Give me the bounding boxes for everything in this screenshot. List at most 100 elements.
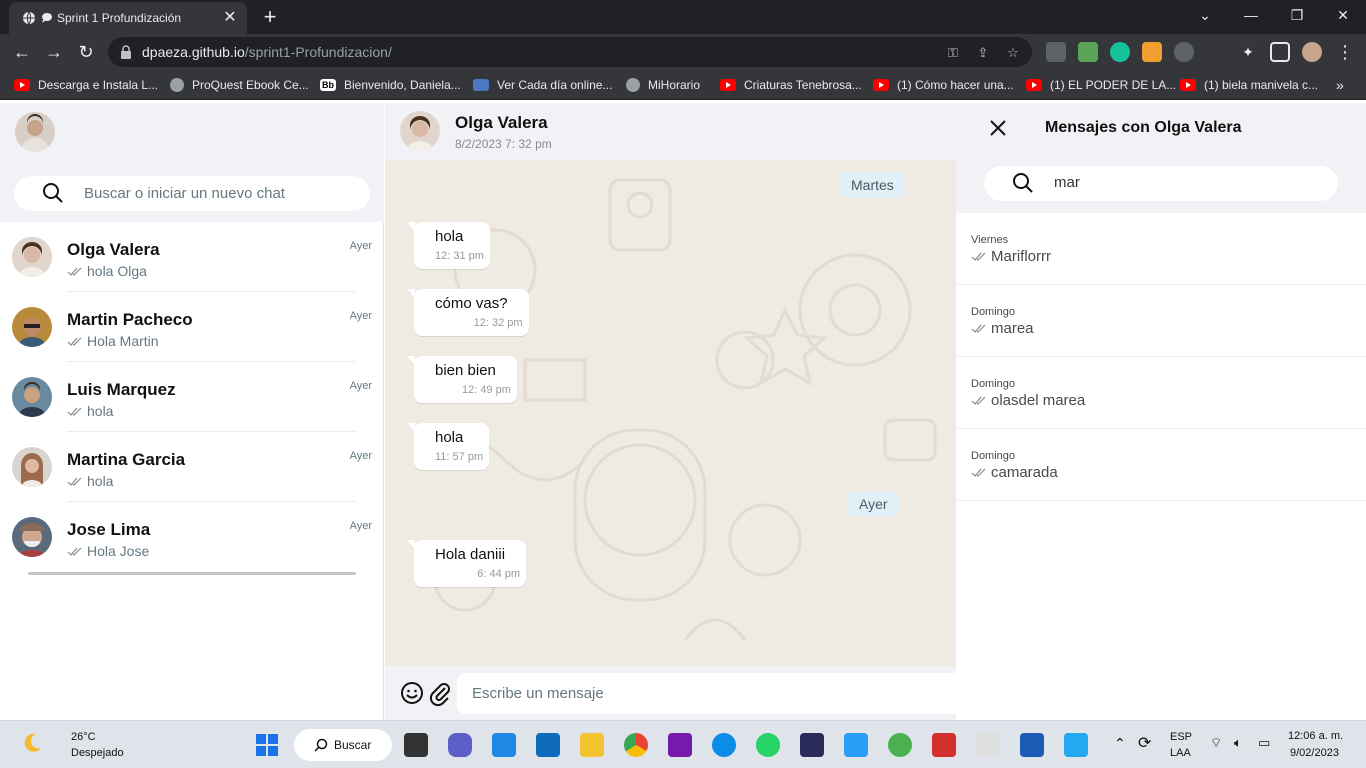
message-bubble[interactable]: hola 11: 57 pm (406, 423, 490, 470)
whatsapp-icon[interactable] (756, 733, 780, 757)
maps-icon[interactable] (888, 733, 912, 757)
clock-time[interactable]: 12:06 a. m. (1288, 730, 1343, 742)
sync-icon[interactable]: ⟳ (1138, 733, 1151, 753)
result-day: Domingo (971, 378, 1016, 390)
teams-chat-icon[interactable] (448, 733, 472, 757)
chat-item-olga[interactable]: Olga Valera hola Olga Ayer (0, 222, 384, 292)
bookmark-4[interactable]: Ver Cada día online... (473, 76, 612, 94)
search-result[interactable]: Domingo marea (956, 285, 1366, 357)
message-search-input[interactable] (1054, 174, 1314, 191)
compass-extension-icon[interactable] (1174, 42, 1194, 62)
bookmark-8[interactable]: (1) EL PODER DE LA... (1026, 76, 1176, 94)
message-bubble[interactable]: Hola daniii 6: 44 pm (406, 540, 527, 587)
store-icon[interactable] (536, 733, 560, 757)
message-search[interactable] (984, 166, 1338, 201)
chat-item-martina[interactable]: Martina Garcia hola Ayer (0, 432, 384, 502)
message-bubble[interactable]: bien bien 12: 49 pm (407, 356, 517, 403)
paperclip-icon[interactable] (427, 680, 453, 707)
close-tab-icon[interactable]: ✕ (221, 9, 239, 27)
grammarly-icon[interactable] (1110, 42, 1130, 62)
sidebar-search-input[interactable] (84, 185, 344, 202)
tex-icon[interactable] (800, 733, 824, 757)
sidepanel-icon[interactable] (1270, 42, 1290, 62)
taskbar-search[interactable]: Buscar (294, 729, 392, 761)
profile-avatar[interactable] (1302, 42, 1322, 62)
bookmark-5[interactable]: MiHorario (626, 76, 700, 94)
bookmark-9[interactable]: (1) biela manivela c... (1180, 76, 1318, 94)
acrobat-icon[interactable] (932, 733, 956, 757)
mail-extension-icon[interactable] (1078, 42, 1098, 62)
search-icon (314, 738, 328, 752)
address-bar[interactable]: dpaeza.github.io/sprint1-Profundizacion/… (108, 37, 1032, 67)
onenote-icon[interactable] (668, 733, 692, 757)
forward-arrow-icon[interactable]: → (41, 39, 67, 65)
share-icon[interactable]: ⇪ (974, 44, 992, 62)
youtube-icon (1026, 79, 1042, 91)
bookmark-1[interactable]: Descarga e Instala L... (14, 76, 158, 94)
puzzle-icon[interactable]: ✦ (1238, 42, 1258, 62)
calendar-icon[interactable] (492, 733, 516, 757)
language-layout[interactable]: LAA (1170, 747, 1191, 759)
contact-avatar[interactable] (400, 111, 440, 151)
chat-list: Olga Valera hola Olga Ayer Martin Pachec… (0, 222, 384, 572)
browser-tab[interactable]: Sprint 1 Profundización ✕ (9, 2, 247, 34)
globe-icon (21, 10, 37, 26)
edge-icon[interactable] (712, 733, 736, 757)
message-time: 12: 32 pm (473, 317, 523, 329)
new-tab-button[interactable]: + (256, 4, 284, 32)
bookmark-7[interactable]: (1) Cómo hacer una... (873, 76, 1014, 94)
search-result[interactable]: Viernes Mariflorrr (956, 213, 1366, 285)
word-icon[interactable] (1020, 733, 1044, 757)
close-window-button[interactable]: ✕ (1320, 0, 1366, 30)
language-code[interactable]: ESP (1170, 731, 1192, 743)
battery-icon[interactable]: ▭ (1258, 735, 1270, 751)
photos-icon[interactable] (844, 733, 868, 757)
close-icon[interactable] (986, 116, 1010, 140)
message-text: cómo vas? (435, 295, 508, 312)
vscode-icon[interactable] (1064, 733, 1088, 757)
more-bookmarks-icon[interactable]: » (1336, 76, 1344, 94)
result-text: marea (971, 320, 1034, 337)
bookmark-2[interactable]: ProQuest Ebook Ce... (170, 76, 309, 94)
chrome-icon[interactable] (624, 733, 648, 757)
wifi-icon[interactable]: ⌔ (1210, 735, 1222, 751)
chat-item-jose[interactable]: Jose Lima Hola Jose Ayer (0, 502, 384, 572)
tab-search-chevron-icon[interactable]: ⌄ (1182, 0, 1228, 30)
key-icon[interactable]: ⚿ (944, 44, 962, 62)
reload-icon[interactable]: ↻ (73, 39, 99, 65)
chat-list-scrollbar[interactable] (28, 572, 356, 575)
conversation-header[interactable]: Olga Valera 8/2/2023 7: 32 pm (385, 103, 956, 160)
star-icon[interactable]: ☆ (1004, 44, 1022, 62)
restore-button[interactable]: ❐ (1274, 0, 1320, 30)
clock-date[interactable]: 9/02/2023 (1290, 747, 1339, 759)
message-time: 6: 44 pm (477, 568, 521, 580)
double-check-icon (67, 547, 82, 556)
volume-icon[interactable]: 🔈︎ (1234, 735, 1242, 751)
weather-widget[interactable]: 26°C Despejado (20, 731, 124, 759)
task-view-icon[interactable] (404, 733, 428, 757)
bookmark-3[interactable]: Bb Bienvenido, Daniela... (320, 76, 461, 94)
file-explorer-icon[interactable] (580, 733, 604, 757)
chat-item-luis[interactable]: Luis Marquez hola Ayer (0, 362, 384, 432)
minimize-button[interactable]: — (1228, 0, 1274, 30)
emoji-icon[interactable] (399, 680, 425, 706)
search-result[interactable]: Domingo camarada (956, 429, 1366, 501)
snipping-tool-icon[interactable] (976, 733, 1000, 757)
pdf-extension-icon[interactable] (1046, 42, 1066, 62)
windows-start-icon[interactable] (255, 733, 279, 757)
notes-extension-icon[interactable] (1142, 42, 1162, 62)
message-input[interactable] (457, 673, 977, 714)
url-host: dpaeza.github.io (142, 44, 245, 60)
double-check-icon (971, 396, 986, 405)
sidebar-search[interactable] (14, 176, 370, 211)
chat-item-martin[interactable]: Martin Pacheco Hola Martin Ayer (0, 292, 384, 362)
cast-icon[interactable] (1206, 42, 1226, 62)
back-arrow-icon[interactable]: ← (9, 39, 35, 65)
search-result[interactable]: Domingo olasdel marea (956, 357, 1366, 429)
chevron-up-icon[interactable]: ⌃ (1114, 735, 1126, 752)
message-bubble[interactable]: cómo vas? 12: 32 pm (407, 289, 529, 336)
kebab-menu-icon[interactable]: ⋮ (1332, 39, 1358, 65)
message-bubble[interactable]: hola 12: 31 pm (407, 222, 490, 269)
bookmark-6[interactable]: Criaturas Tenebrosa... (720, 76, 862, 94)
my-avatar[interactable] (15, 112, 55, 152)
